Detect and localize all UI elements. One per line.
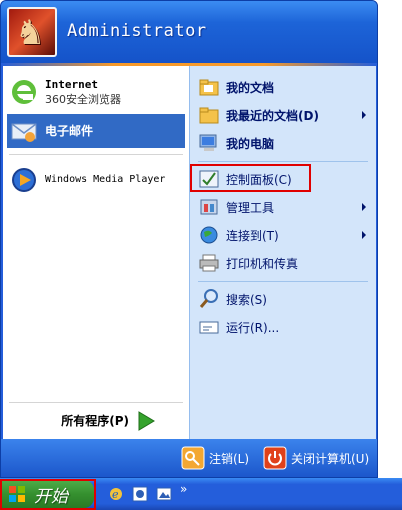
connect-to-label: 连接到(T) — [226, 228, 279, 243]
my-documents-icon — [198, 76, 220, 98]
quicklaunch-overflow[interactable]: » — [180, 482, 187, 496]
connect-to[interactable]: 连接到(T) — [198, 222, 372, 248]
start-menu-header: ♞ Administrator — [1, 1, 377, 63]
logoff-label: 注销(L) — [209, 451, 250, 466]
printer-icon — [198, 252, 220, 274]
quicklaunch-app-icon[interactable] — [132, 486, 148, 502]
power-icon — [263, 446, 287, 470]
printers-faxes[interactable]: 打印机和传真 — [198, 250, 372, 276]
right-separator-1 — [198, 161, 368, 162]
quicklaunch-show-desktop-icon[interactable] — [156, 486, 172, 502]
ie-icon — [9, 77, 39, 107]
all-programs-label: 所有程序(P) — [61, 414, 129, 428]
submenu-arrow-icon — [362, 231, 366, 239]
green-arrow-icon — [137, 411, 155, 431]
search-label: 搜索(S) — [226, 292, 267, 307]
shutdown-button[interactable]: 关闭计算机(U) — [263, 446, 369, 470]
recent-documents[interactable]: 我最近的文档(D) — [198, 102, 372, 128]
all-programs[interactable]: 所有程序(P) — [7, 408, 185, 434]
submenu-arrow-icon — [362, 203, 366, 211]
my-documents-label: 我的文档 — [226, 80, 275, 95]
left-separator — [9, 154, 183, 155]
recent-documents-icon — [198, 104, 220, 126]
start-button-highlight — [0, 479, 96, 510]
shutdown-label: 关闭计算机(U) — [291, 451, 370, 466]
user-avatar[interactable]: ♞ — [7, 7, 57, 57]
my-documents[interactable]: 我的文档 — [198, 74, 372, 100]
left-bottom-separator — [9, 402, 183, 403]
right-pane: 我的文档 我最近的文档(D) 我的电脑 控制面板(C) 管理工具 连接到(T) … — [189, 66, 376, 439]
key-icon — [181, 446, 205, 470]
search[interactable]: 搜索(S) — [198, 286, 372, 312]
pinned-internet[interactable]: Internet 360安全浏览器 — [7, 74, 185, 110]
recent-media-player-label: Windows Media Player — [45, 174, 166, 185]
pinned-internet-subtitle: 360安全浏览器 — [45, 92, 121, 106]
quicklaunch-ie-icon[interactable]: e — [108, 486, 124, 502]
user-name: Administrator — [67, 21, 207, 41]
left-pane: Internet 360安全浏览器 电子邮件 Windows Media Pla… — [3, 66, 189, 439]
pinned-email-label: 电子邮件 — [45, 124, 94, 138]
run[interactable]: 运行(R)... — [198, 314, 372, 340]
right-separator-2 — [198, 281, 368, 282]
printers-faxes-label: 打印机和传真 — [226, 256, 299, 271]
run-icon — [198, 316, 220, 338]
svg-text:e: e — [112, 488, 119, 501]
recent-media-player[interactable]: Windows Media Player — [7, 162, 185, 198]
submenu-arrow-icon — [362, 111, 366, 119]
media-player-icon — [9, 165, 39, 195]
my-computer-icon — [198, 132, 220, 154]
email-icon — [9, 116, 39, 146]
control-panel-highlight — [190, 164, 311, 192]
start-menu: ♞ Administrator Internet 360安全浏览器 电子邮件 W… — [0, 0, 378, 478]
start-menu-footer: 注销(L) 关闭计算机(U) — [1, 439, 377, 477]
logoff-button[interactable]: 注销(L) — [181, 446, 249, 470]
pinned-internet-title: Internet — [45, 77, 98, 91]
pinned-email[interactable]: 电子邮件 — [7, 114, 185, 148]
admin-tools-icon — [198, 196, 220, 218]
recent-documents-label: 我最近的文档(D) — [226, 108, 319, 123]
connect-to-icon — [198, 224, 220, 246]
my-computer[interactable]: 我的电脑 — [198, 130, 372, 156]
run-label: 运行(R)... — [226, 320, 280, 335]
my-computer-label: 我的电脑 — [226, 136, 275, 151]
chess-knight-icon: ♞ — [15, 13, 46, 53]
admin-tools[interactable]: 管理工具 — [198, 194, 372, 220]
search-icon — [198, 288, 220, 310]
admin-tools-label: 管理工具 — [226, 200, 275, 215]
